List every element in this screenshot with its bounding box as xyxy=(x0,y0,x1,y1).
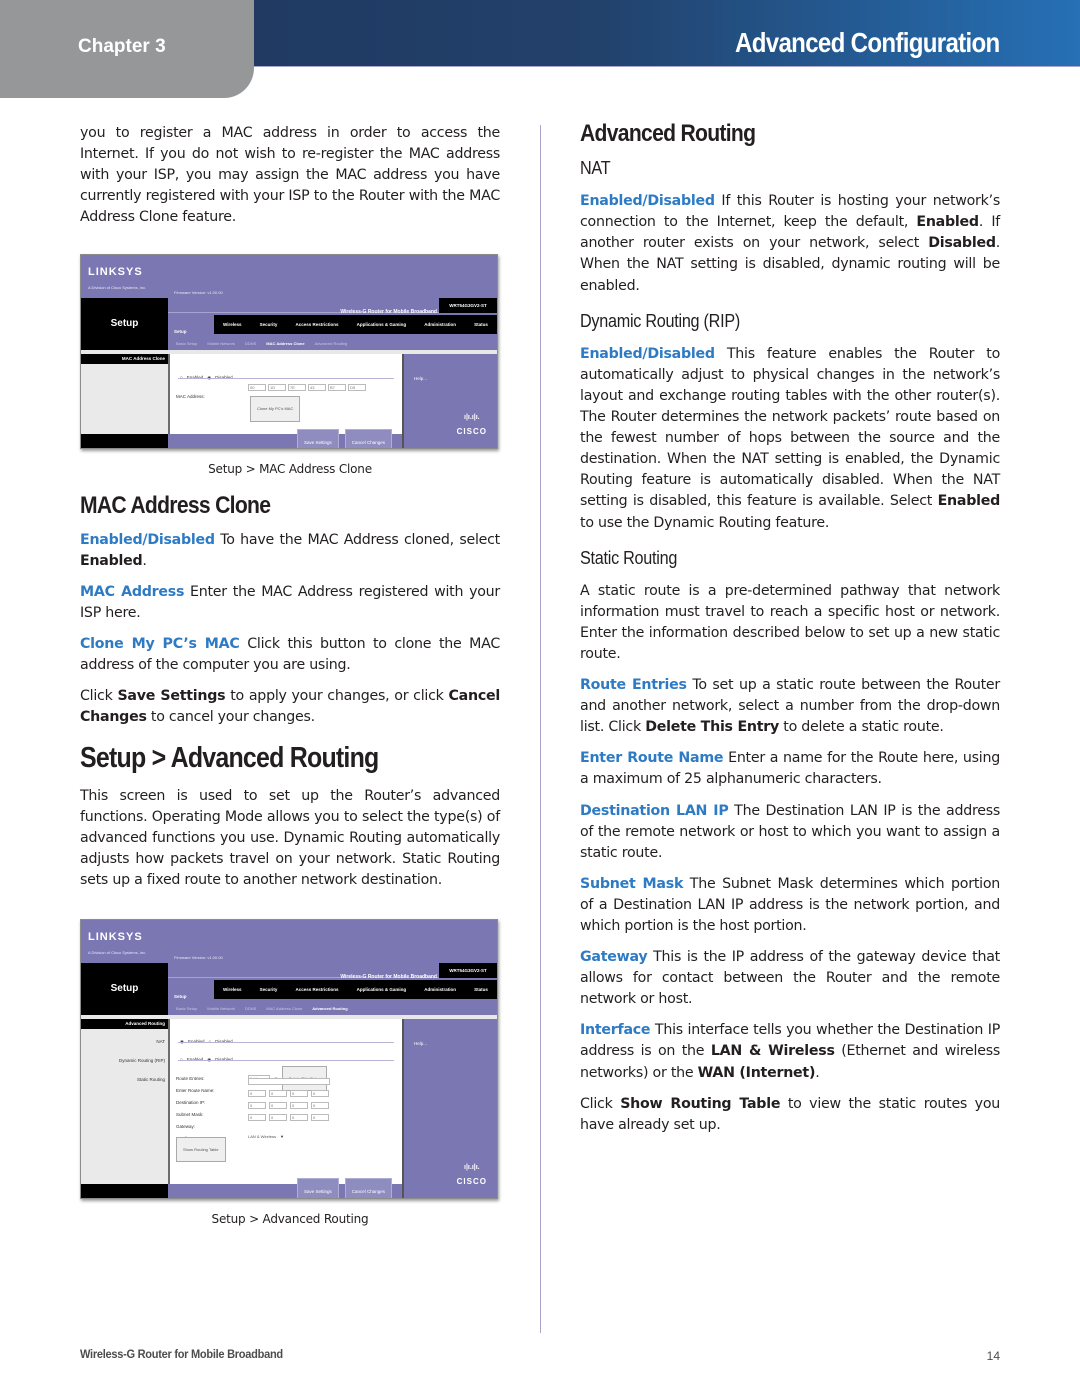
advanced-routing-description: This screen is used to set up the Router… xyxy=(80,787,500,888)
gateway-fields: 0 0 0 0 xyxy=(248,1113,329,1121)
chevron-down-icon: ▼ xyxy=(280,1133,284,1139)
tab-wireless[interactable]: Wireless xyxy=(223,987,241,992)
heading-advanced-routing: Advanced Routing xyxy=(580,120,756,147)
definition-route-name: Enter Route Name Enter a name for the Ro… xyxy=(580,750,1000,788)
cancel-changes-button[interactable]: Cancel Changes xyxy=(344,428,392,449)
mac-address-fields: 00 1D 7E 43 B7 D5 xyxy=(248,384,366,392)
figure-caption: Setup > Advanced Routing xyxy=(211,1211,369,1226)
subtab-row: Basic Setup Mobile Network DDNS MAC Addr… xyxy=(168,337,497,351)
tab-access-restrictions[interactable]: Access Restrictions xyxy=(296,322,339,327)
save-instructions: Click Save Settings to apply your change… xyxy=(80,688,500,726)
definition-interface: Interface This interface tells you wheth… xyxy=(580,1022,1000,1081)
chapter-label: Chapter 3 xyxy=(78,36,166,57)
setup-heading: Setup xyxy=(81,298,168,351)
subnet-mask-fields: 0 0 0 0 xyxy=(248,1101,329,1109)
tab-applications-gaming[interactable]: Applications & Gaming xyxy=(357,322,407,327)
section-title: Advanced Configuration xyxy=(735,27,1001,58)
definition-subnet-mask: Subnet Mask The Subnet Mask determines w… xyxy=(580,875,1000,934)
mac-clone-screenshot: LINKSYS A Division of Cisco Systems, Inc… xyxy=(80,254,498,450)
left-column: you to register a MAC address in order t… xyxy=(80,123,500,1244)
help-link[interactable]: Help... xyxy=(414,1033,427,1054)
settings-panel: ○Enabled ◉Disabled MAC Address: 00 1D 7E… xyxy=(168,354,402,435)
advanced-routing-screenshot: LINKSYS A Division of Cisco Systems, Inc… xyxy=(80,918,498,1199)
definition-nat: Enabled/Disabled If this Router is hosti… xyxy=(580,193,1000,294)
cisco-bars-icon: ı|ı.ı|ı. xyxy=(464,414,480,422)
help-link[interactable]: Help... xyxy=(414,368,427,389)
tab-security[interactable]: Security xyxy=(260,987,278,992)
tab-administration[interactable]: Administration xyxy=(424,322,456,327)
definition-clone-my-pc-mac: Clone My PC’s MAC Click this button to c… xyxy=(80,636,500,674)
page-number: 14 xyxy=(986,1349,1000,1363)
clone-mac-button[interactable]: Clone My PC's MAC xyxy=(250,396,301,422)
chapter-tab: Chapter 3 xyxy=(0,0,254,98)
heading-dynamic-routing: Dynamic Routing (RIP) xyxy=(580,310,740,331)
route-name-input[interactable] xyxy=(248,1077,330,1085)
heading-static-routing: Static Routing xyxy=(580,547,678,568)
tab-administration[interactable]: Administration xyxy=(424,987,456,992)
intro-paragraph: you to register a MAC address in order t… xyxy=(80,125,500,226)
definition-enabled-disabled: Enabled/Disabled To have the MAC Address… xyxy=(80,531,500,569)
cisco-logo: ı|ı.ı|ı. CISCO xyxy=(456,414,487,437)
tab-row: Wireless Security Access Restrictions Ap… xyxy=(214,979,497,999)
tab-status[interactable]: Status xyxy=(474,322,488,327)
heading-mac-address-clone: MAC Address Clone xyxy=(80,491,271,519)
cisco-logo: ı|ı.ı|ı. CISCO xyxy=(456,1163,487,1186)
interface-select[interactable]: LAN & Wireless xyxy=(248,1126,276,1147)
footer-product-name: Wireless-G Router for Mobile Broadband xyxy=(80,1347,283,1361)
figure-caption: Setup > MAC Address Clone xyxy=(208,462,372,477)
column-divider xyxy=(540,125,541,1333)
save-settings-button[interactable]: Save Settings xyxy=(296,428,339,449)
definition-mac-address: MAC Address Enter the MAC Address regist… xyxy=(80,583,501,621)
tab-status[interactable]: Status xyxy=(474,987,488,992)
definition-destination-ip: Destination LAN IP The Destination LAN I… xyxy=(580,802,1000,861)
destination-ip-fields: 0 0 0 0 xyxy=(248,1089,329,1097)
show-routing-table-button[interactable]: Show Routing Table xyxy=(176,1136,226,1163)
heading-nat: NAT xyxy=(580,158,611,179)
tab-security[interactable]: Security xyxy=(260,322,278,327)
definition-gateway: Gateway This is the IP address of the ga… xyxy=(580,949,1000,1008)
setup-heading: Setup xyxy=(81,962,168,1015)
tab-wireless[interactable]: Wireless xyxy=(223,322,241,327)
settings-panel: ◉Enabled ○Disabled ○Enabled ◉Disabled Ro… xyxy=(168,1018,402,1184)
save-settings-button[interactable]: Save Settings xyxy=(296,1178,339,1198)
tab-applications-gaming[interactable]: Applications & Gaming xyxy=(357,987,407,992)
tab-access-restrictions[interactable]: Access Restrictions xyxy=(296,987,339,992)
subtab-row: Basic Setup Mobile Network DDNS MAC Addr… xyxy=(168,1001,497,1015)
cisco-bars-icon: ı|ı.ı|ı. xyxy=(464,1163,480,1171)
show-routing-table-instructions: Click Show Routing Table to view the sta… xyxy=(580,1095,1001,1133)
definition-route-entries: Route Entries To set up a static route b… xyxy=(580,677,1000,736)
static-routing-intro: A static route is a pre-determined pathw… xyxy=(580,582,1000,662)
cancel-changes-button[interactable]: Cancel Changes xyxy=(344,1178,392,1198)
heading-setup-advanced-routing: Setup > Advanced Routing xyxy=(80,742,379,775)
definition-rip: Enabled/Disabled This feature enables th… xyxy=(580,345,1000,531)
tab-row: Wireless Security Access Restrictions Ap… xyxy=(214,315,497,335)
right-column: Advanced Routing NAT Enabled/Disabled If… xyxy=(580,120,1001,1146)
